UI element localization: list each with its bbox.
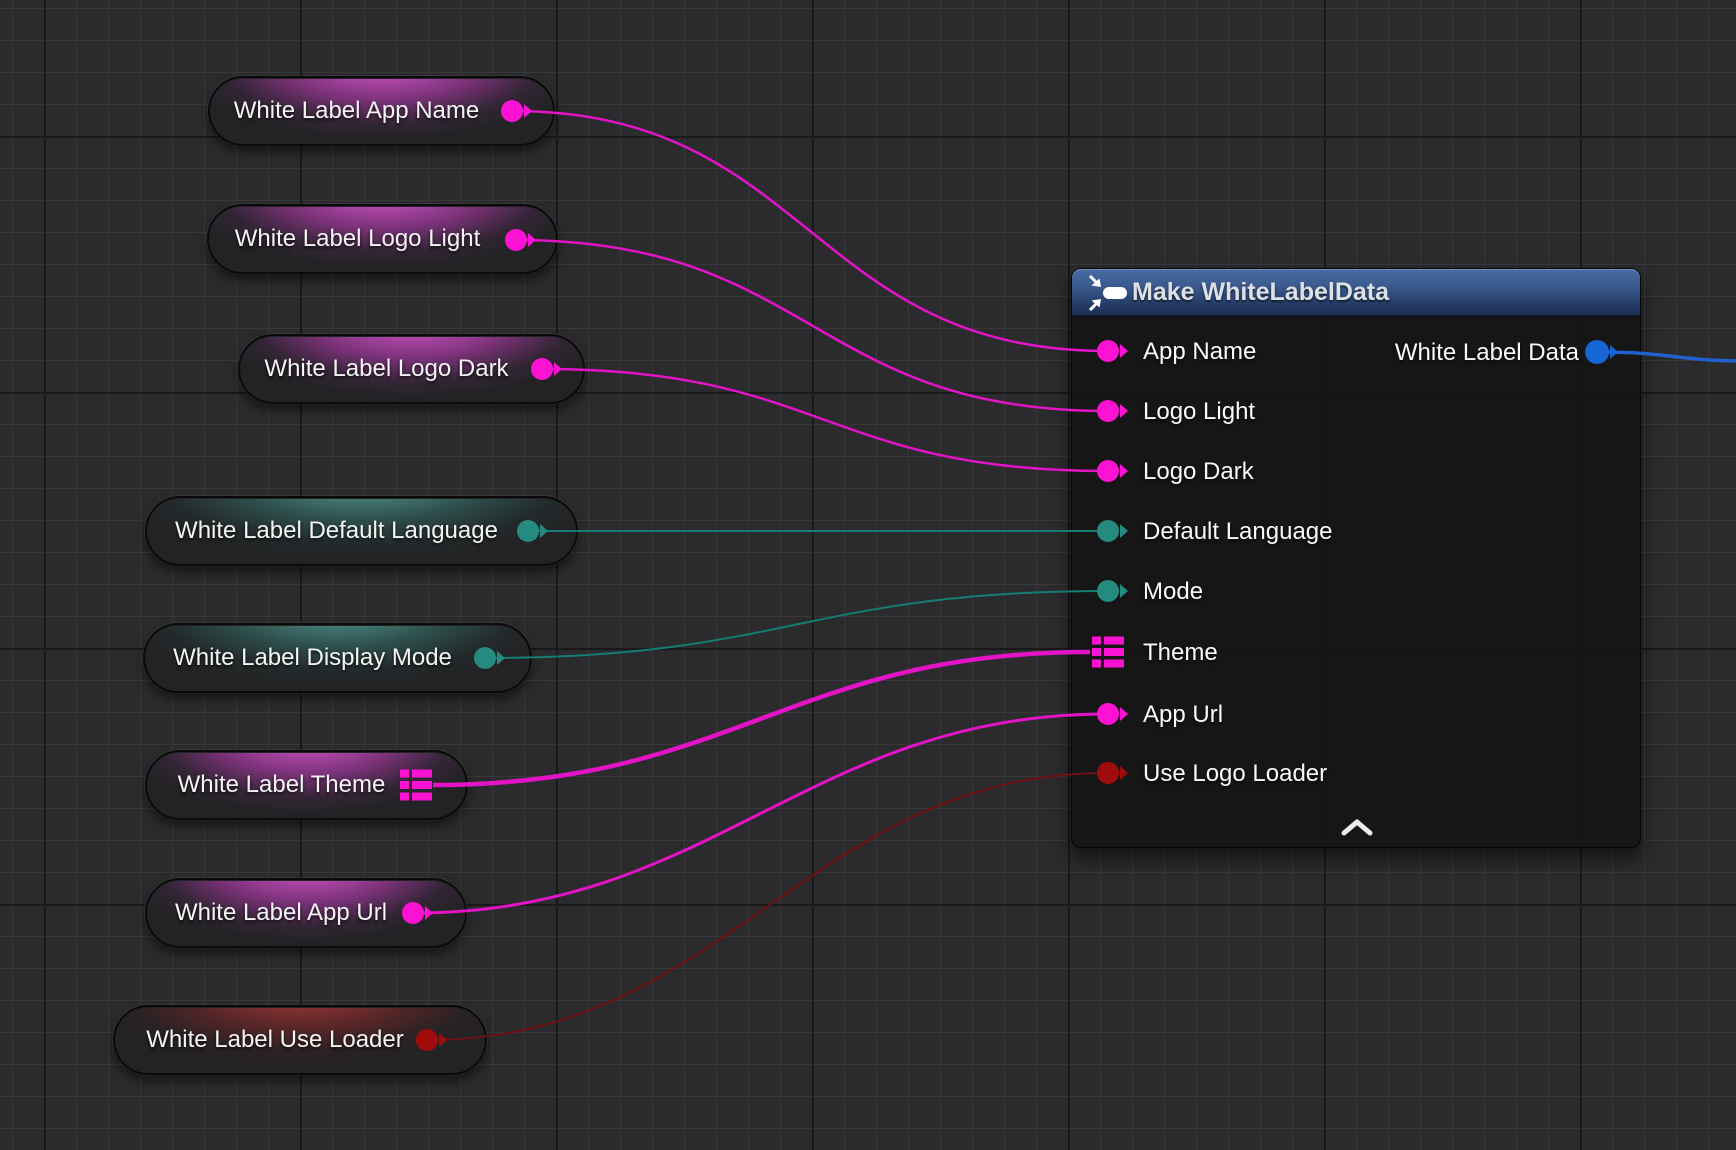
collapse-node-button[interactable] [1339, 819, 1375, 837]
getter-node-label: White Label App Name [210, 78, 553, 144]
blueprint-graph-canvas[interactable]: White Label App Name White Label Logo Li… [0, 0, 1736, 1150]
make-node-title: Make WhiteLabelData [1132, 269, 1389, 316]
getter-node-label: White Label Theme [147, 752, 466, 818]
wire-app-url[interactable] [413, 714, 1108, 913]
chevron-up-icon [1339, 819, 1375, 837]
getter-node-label: White Label Default Language [147, 498, 576, 564]
getter-node-label: White Label Logo Dark [240, 336, 583, 402]
make-struct-icon [1086, 275, 1130, 311]
wire-use-logo-loader[interactable] [427, 773, 1108, 1040]
make-input-use-logo-loader: Use Logo Loader [1143, 759, 1327, 789]
make-input-default-language: Default Language [1143, 517, 1333, 547]
getter-node-label: White Label Logo Light [209, 206, 556, 272]
getter-node-white-label-default-language[interactable]: White Label Default Language [145, 496, 578, 566]
make-input-app-name: App Name [1143, 337, 1256, 367]
make-input-logo-dark: Logo Dark [1143, 457, 1254, 487]
getter-node-label: White Label Display Mode [145, 625, 530, 691]
wire-app-name[interactable] [512, 111, 1108, 351]
make-input-mode: Mode [1143, 577, 1203, 607]
getter-node-white-label-app-url[interactable]: White Label App Url [145, 878, 467, 948]
make-node-header[interactable]: Make WhiteLabelData [1072, 269, 1640, 316]
make-input-app-url: App Url [1143, 700, 1223, 730]
getter-node-label: White Label Use Loader [115, 1007, 485, 1073]
make-input-logo-light: Logo Light [1143, 397, 1255, 427]
make-output-white-label-data: White Label Data [1395, 338, 1579, 368]
wire-mode[interactable] [485, 591, 1108, 658]
getter-node-white-label-theme[interactable]: White Label Theme [145, 750, 468, 820]
wire-logo-dark[interactable] [542, 369, 1108, 471]
wire-logo-light[interactable] [516, 240, 1108, 411]
getter-node-white-label-display-mode[interactable]: White Label Display Mode [143, 623, 532, 693]
make-input-theme: Theme [1143, 638, 1218, 668]
wire-theme[interactable] [433, 652, 1090, 785]
getter-node-white-label-logo-dark[interactable]: White Label Logo Dark [238, 334, 585, 404]
getter-node-label: White Label App Url [147, 880, 465, 946]
make-whitelabeldata-node[interactable]: Make WhiteLabelData App Name Logo Light … [1071, 268, 1641, 848]
getter-node-white-label-logo-light[interactable]: White Label Logo Light [207, 204, 558, 274]
getter-node-white-label-use-loader[interactable]: White Label Use Loader [113, 1005, 487, 1075]
getter-node-white-label-app-name[interactable]: White Label App Name [208, 76, 555, 146]
